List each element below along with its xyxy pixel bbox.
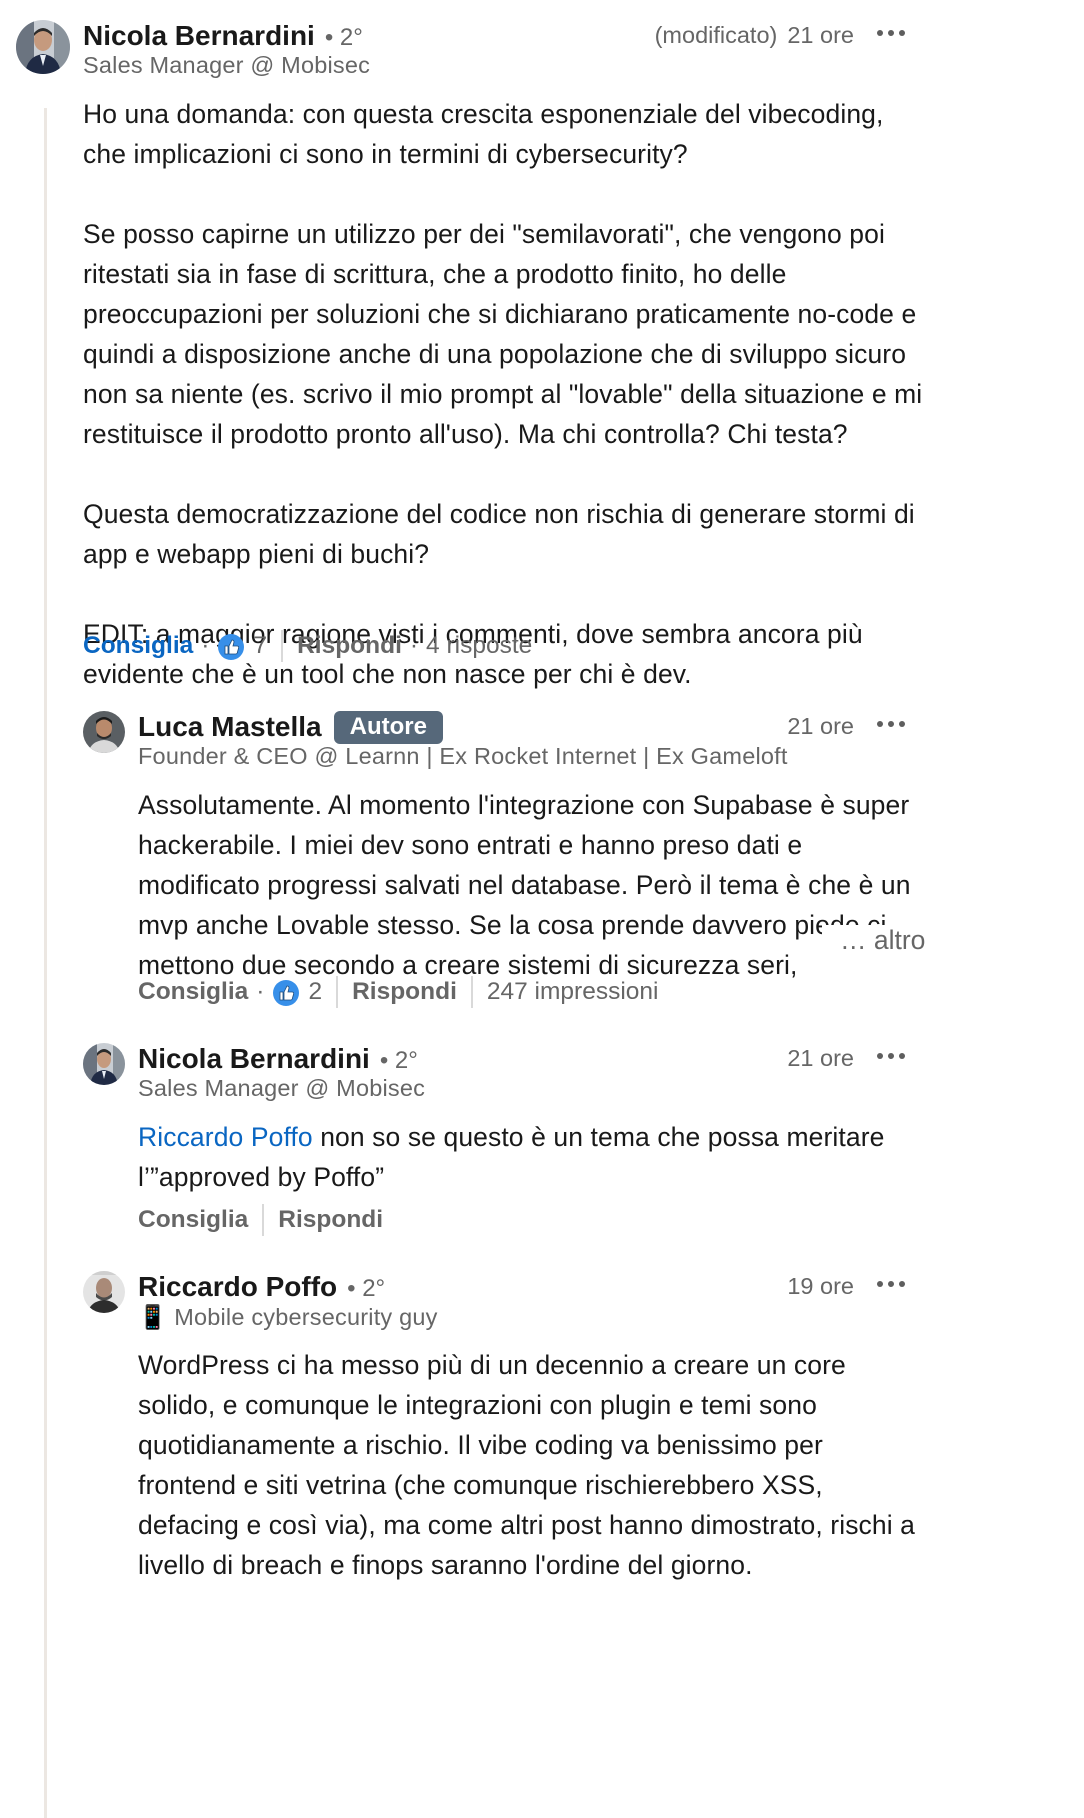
connection-degree: • 2° — [347, 1275, 386, 1302]
replies-count[interactable]: 4 risposte — [426, 632, 532, 660]
comment-paragraph: Questa democratizzazione del codice non … — [83, 499, 915, 569]
more-horizontal-icon[interactable] — [877, 714, 905, 734]
reply-button[interactable]: Rispondi — [352, 978, 457, 1006]
reply-button[interactable]: Rispondi — [278, 1206, 383, 1234]
comment-2-header: Luca Mastella Autore — [138, 711, 443, 746]
divider — [281, 630, 284, 662]
timestamp: 21 ore — [787, 22, 854, 48]
like-button[interactable]: Consiglia — [138, 978, 248, 1006]
comment-4-header: Riccardo Poffo • 2° — [138, 1271, 385, 1303]
see-more-link[interactable]: … altro — [822, 925, 926, 956]
like-reaction-icon[interactable] — [272, 979, 300, 1007]
connection-degree: • 2° — [324, 24, 363, 51]
author-name[interactable]: Riccardo Poffo — [138, 1271, 337, 1303]
avatar-nicola-bernardini[interactable] — [16, 20, 70, 74]
comment-body: Riccardo Poffo non so se questo è un tem… — [138, 1117, 928, 1197]
comment-body-truncated: Assolutamente. Al momento l'integrazione… — [138, 785, 928, 985]
author-headline: Founder & CEO @ Learnn | Ex Rocket Inter… — [138, 743, 788, 769]
comment-actions: Consiglia · 7 Rispondi · 4 risposte — [83, 630, 532, 662]
impressions-count[interactable]: 247 impressioni — [487, 978, 659, 1006]
comment-meta: 19 ore — [787, 1273, 854, 1300]
thread-line — [44, 108, 47, 1818]
like-button[interactable]: Consiglia — [138, 1206, 248, 1234]
more-horizontal-icon[interactable] — [877, 23, 905, 43]
timestamp: 21 ore — [787, 713, 854, 739]
like-reaction-icon[interactable] — [217, 633, 245, 661]
comment-body: Assolutamente. Al momento l'integrazione… — [138, 790, 911, 980]
author-name[interactable]: Nicola Bernardini — [138, 1043, 370, 1075]
comment-body: Ho una domanda: con questa crescita espo… — [83, 94, 933, 694]
divider — [470, 976, 473, 1008]
more-horizontal-icon[interactable] — [877, 1046, 905, 1066]
comment-meta: 21 ore — [787, 713, 854, 740]
divider — [336, 976, 339, 1008]
comment-body: WordPress ci ha messo più di un decennio… — [138, 1350, 916, 1580]
divider — [262, 1204, 265, 1236]
dot-separator: · — [409, 632, 419, 659]
comment-meta: (modificato) 21 ore — [655, 22, 854, 49]
avatar-riccardo-poffo[interactable] — [83, 1271, 125, 1313]
reply-button[interactable]: Rispondi — [297, 632, 402, 660]
dot-separator: · — [201, 632, 210, 659]
edited-label: (modificato) — [654, 22, 778, 48]
comment-3-header: Nicola Bernardini • 2° — [138, 1043, 418, 1075]
author-headline: Sales Manager @ Mobisec — [83, 52, 371, 78]
author-headline: 📱 Mobile cybersecurity guy — [138, 1304, 438, 1330]
author-badge: Autore — [333, 711, 443, 744]
like-count[interactable]: 7 — [253, 632, 267, 660]
comment-meta: 21 ore — [787, 1045, 854, 1072]
comment-actions: Consiglia · 2 Rispondi 247 impressioni — [138, 976, 658, 1008]
mention-link[interactable]: Riccardo Poffo — [138, 1122, 313, 1152]
dot-separator: · — [256, 978, 265, 1005]
comment-paragraph: Ho una domanda: con questa crescita espo… — [83, 99, 884, 169]
like-count[interactable]: 2 — [308, 978, 322, 1006]
avatar-nicola-bernardini[interactable] — [83, 1043, 125, 1085]
timestamp: 21 ore — [787, 1045, 854, 1071]
comment-1-header: Nicola Bernardini • 2° — [83, 20, 363, 52]
connection-degree: • 2° — [379, 1047, 418, 1074]
author-name[interactable]: Luca Mastella — [138, 711, 322, 743]
avatar-luca-mastella[interactable] — [83, 711, 125, 753]
comment-paragraph: Se posso capirne un utilizzo per dei "se… — [83, 219, 923, 449]
comment-actions: Consiglia Rispondi — [138, 1204, 383, 1236]
author-name[interactable]: Nicola Bernardini — [83, 20, 315, 52]
timestamp: 19 ore — [787, 1273, 854, 1299]
more-horizontal-icon[interactable] — [877, 1274, 905, 1294]
author-headline: Sales Manager @ Mobisec — [138, 1075, 426, 1101]
like-button[interactable]: Consiglia — [83, 632, 193, 660]
